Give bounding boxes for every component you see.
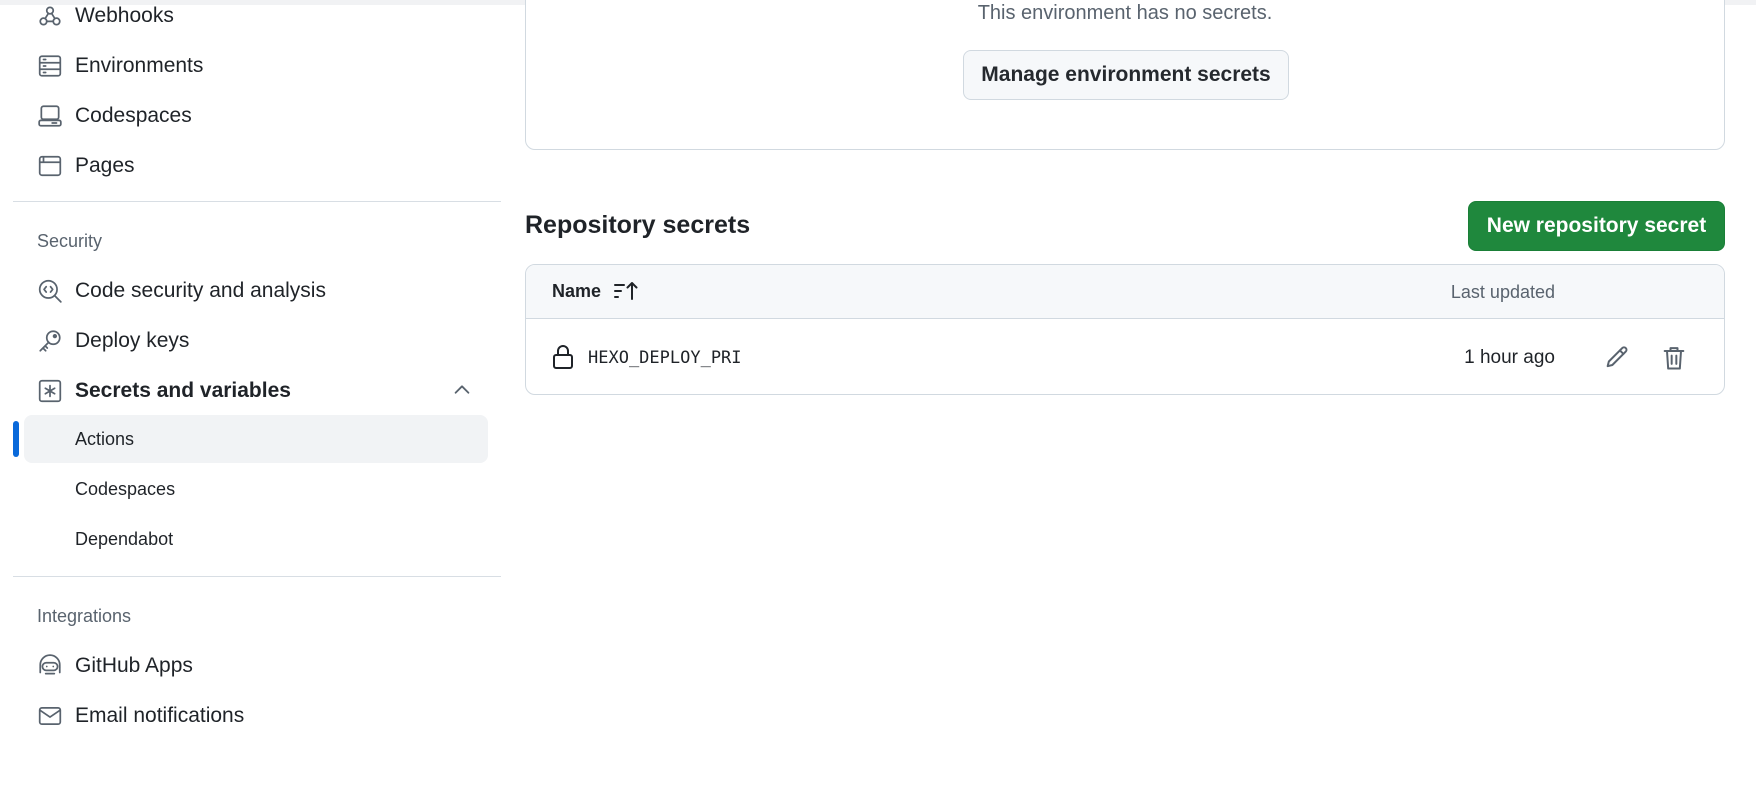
sidebar-item-label: Code security and analysis bbox=[75, 279, 326, 302]
sidebar-item-code-security[interactable]: Code security and analysis bbox=[24, 267, 488, 315]
webhook-icon bbox=[37, 3, 63, 29]
key-icon bbox=[37, 328, 63, 354]
sidebar-item-pages[interactable]: Pages bbox=[24, 142, 488, 190]
table-header: Name Last updated bbox=[526, 265, 1724, 319]
sidebar-item-email-notifications[interactable]: Email notifications bbox=[24, 692, 488, 740]
sidebar-item-label: Email notifications bbox=[75, 704, 245, 727]
sidebar-item-deploy-keys[interactable]: Deploy keys bbox=[24, 317, 488, 365]
sidebar-subitem-label: Actions bbox=[75, 428, 135, 449]
empty-state-text: This environment has no secrets. bbox=[977, 2, 1273, 24]
sidebar-divider bbox=[13, 201, 501, 202]
sidebar-item-label: Webhooks bbox=[75, 4, 174, 27]
hubot-icon bbox=[37, 653, 63, 679]
sidebar-heading-security: Security bbox=[37, 231, 103, 251]
codescan-icon bbox=[37, 278, 63, 304]
server-icon bbox=[37, 53, 63, 79]
sidebar-item-github-apps[interactable]: GitHub Apps bbox=[24, 642, 488, 690]
sidebar-item-label: Deploy keys bbox=[75, 329, 190, 352]
sidebar-subitem-label: Dependabot bbox=[75, 528, 174, 549]
sidebar-divider bbox=[13, 576, 501, 577]
sidebar-item-environments[interactable]: Environments bbox=[24, 42, 488, 90]
active-indicator bbox=[13, 421, 19, 457]
sidebar-item-label: Secrets and variables bbox=[75, 379, 291, 402]
sidebar-item-label: Environments bbox=[75, 54, 204, 77]
sidebar-item-codespaces[interactable]: Codespaces bbox=[24, 92, 488, 140]
codespaces-icon bbox=[37, 103, 63, 129]
secret-last-updated: 1 hour ago bbox=[1464, 347, 1555, 368]
settings-sidebar: Webhooks Environments Codespaces Pages S bbox=[0, 0, 501, 802]
sidebar-subitem-label: Codespaces bbox=[75, 478, 176, 499]
trash-icon[interactable] bbox=[1660, 344, 1688, 372]
repository-secrets-title: Repository secrets bbox=[525, 211, 751, 239]
mail-icon bbox=[37, 703, 63, 729]
chevron-up-icon[interactable] bbox=[451, 379, 473, 401]
pencil-icon[interactable] bbox=[1603, 344, 1631, 372]
sidebar-item-webhooks[interactable]: Webhooks bbox=[24, 0, 488, 40]
new-repository-secret-button[interactable]: New repository secret bbox=[1468, 201, 1725, 251]
sidebar-item-label: GitHub Apps bbox=[75, 654, 193, 677]
table-row: HEXO_DEPLOY_PRI 1 hour ago bbox=[526, 320, 1724, 394]
column-header-last-updated: Last updated bbox=[1450, 282, 1555, 302]
key-asterisk-icon bbox=[37, 378, 63, 404]
environment-secrets-box: This environment has no secrets. Manage … bbox=[525, 0, 1725, 150]
sidebar-item-label: Pages bbox=[75, 154, 135, 177]
browser-icon bbox=[37, 153, 63, 179]
secret-name: HEXO_DEPLOY_PRI bbox=[588, 348, 742, 368]
lock-icon bbox=[551, 344, 575, 370]
sidebar-subitem-actions[interactable]: Actions bbox=[24, 415, 488, 463]
sidebar-item-secrets-and-variables[interactable]: Secrets and variables bbox=[24, 367, 488, 415]
sidebar-subitem-dependabot[interactable]: Dependabot bbox=[24, 515, 488, 563]
sidebar-item-label: Codespaces bbox=[75, 104, 192, 127]
sidebar-heading-integrations: Integrations bbox=[37, 606, 132, 626]
column-header-name: Name bbox=[552, 281, 602, 301]
sidebar-subitem-codespaces[interactable]: Codespaces bbox=[24, 465, 488, 513]
secrets-table: Name Last updated HEXO_DEPLOY_PRI 1 hour… bbox=[525, 264, 1725, 395]
manage-environment-secrets-button[interactable]: Manage environment secrets bbox=[963, 50, 1289, 100]
sort-ascending-icon[interactable] bbox=[613, 278, 641, 304]
